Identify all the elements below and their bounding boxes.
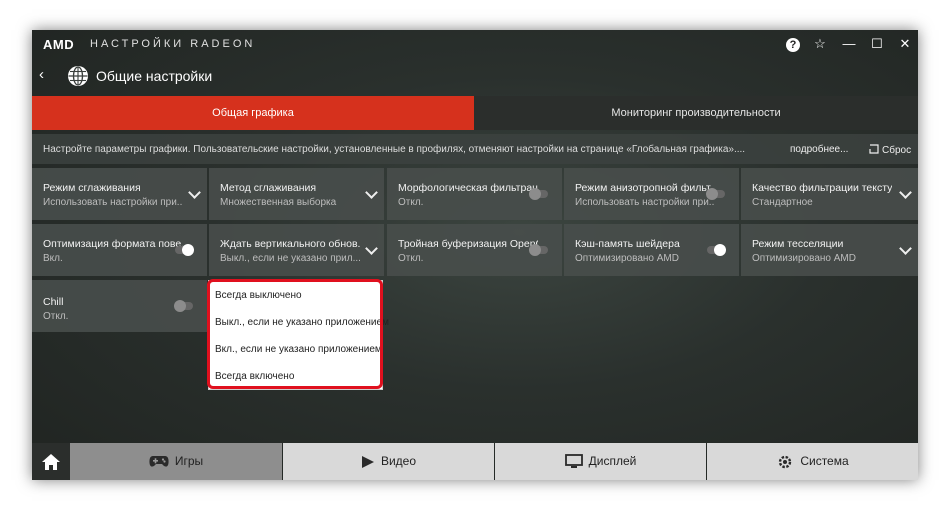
chevron-down-icon[interactable]	[365, 186, 378, 199]
chevron-down-icon[interactable]	[365, 242, 378, 255]
more-link[interactable]: подробнее...	[790, 144, 848, 155]
tab-video[interactable]: Видео	[283, 443, 494, 480]
dropdown-option-always-on[interactable]: Всегда включено	[215, 371, 294, 382]
home-icon	[42, 454, 60, 470]
setting-surface-format-optimization[interactable]: Оптимизация формата пове... Вкл.	[32, 224, 207, 276]
vsync-dropdown-menu: Всегда выключено Выкл., если не указано …	[208, 280, 389, 390]
amd-logo: AMD	[43, 37, 75, 52]
setting-antialiasing-mode[interactable]: Режим сглаживания Использовать настройки…	[32, 168, 207, 220]
setting-tessellation-mode[interactable]: Режим тесселяции Оптимизировано AMD	[741, 224, 918, 276]
maximize-button[interactable]: ☐	[868, 35, 886, 53]
toggle-switch[interactable]	[707, 244, 726, 256]
minimize-button[interactable]: —	[840, 35, 858, 53]
back-icon[interactable]: ‹	[39, 66, 44, 83]
setting-texture-filtering-quality[interactable]: Качество фильтрации текстур Стандартное	[741, 168, 918, 220]
bottom-navigation: Игры Видео Дисплей Система	[32, 443, 918, 480]
setting-chill[interactable]: Chill Откл.	[32, 280, 207, 332]
info-bar: Настройте параметры графики. Пользовател…	[32, 134, 918, 164]
monitor-icon	[564, 454, 583, 469]
setting-anisotropic-filtering[interactable]: Режим анизотропной фильт... Использовать…	[564, 168, 739, 220]
gamepad-icon	[149, 456, 169, 467]
app-title: НАСТРОЙКИ RADEON	[90, 38, 256, 50]
radeon-settings-window: AMD НАСТРОЙКИ RADEON ? ☆ — ☐ ✕ ‹ Общие н…	[32, 30, 918, 480]
tab-system[interactable]: Система	[707, 443, 918, 480]
help-icon[interactable]: ?	[784, 35, 802, 53]
title-bar: AMD НАСТРОЙКИ RADEON ? ☆ — ☐ ✕	[32, 30, 918, 58]
toggle-switch[interactable]	[706, 188, 725, 200]
setting-wait-for-vsync[interactable]: Ждать вертикального обнов... Выкл., если…	[209, 224, 384, 276]
toggle-switch[interactable]	[175, 244, 194, 256]
chevron-down-icon[interactable]	[899, 186, 912, 199]
page-title: Общие настройки	[96, 68, 213, 84]
tab-performance-monitoring[interactable]: Мониторинг производительности	[474, 96, 918, 130]
reset-button[interactable]: Сброс	[869, 144, 911, 156]
chevron-down-icon[interactable]	[899, 242, 912, 255]
home-button[interactable]	[32, 443, 70, 480]
favorite-star-icon[interactable]: ☆	[811, 35, 829, 53]
dropdown-option-on-unless-app[interactable]: Вкл., если не указано приложением	[215, 344, 382, 355]
close-button[interactable]: ✕	[896, 35, 914, 53]
setting-antialiasing-method[interactable]: Метод сглаживания Множественная выборка	[209, 168, 384, 220]
system-gear-icon	[779, 455, 792, 469]
tab-display[interactable]: Дисплей	[495, 443, 706, 480]
dropdown-option-off-unless-app[interactable]: Выкл., если не указано приложением	[215, 317, 389, 328]
setting-morphological-filtering[interactable]: Морфологическая фильтрация Откл.	[387, 168, 562, 220]
reset-icon	[869, 144, 879, 154]
play-icon	[361, 455, 374, 468]
tab-games[interactable]: Игры	[70, 443, 282, 480]
toggle-switch[interactable]	[529, 244, 548, 256]
breadcrumb: ‹ Общие настройки	[32, 60, 918, 92]
globe-icon	[67, 65, 89, 92]
setting-shader-cache[interactable]: Кэш-память шейдера Оптимизировано AMD	[564, 224, 739, 276]
chevron-down-icon[interactable]	[188, 186, 201, 199]
info-description: Настройте параметры графики. Пользовател…	[43, 144, 746, 155]
toggle-switch[interactable]	[529, 188, 548, 200]
tab-global-graphics[interactable]: Общая графика	[32, 96, 474, 130]
dropdown-option-always-off[interactable]: Всегда выключено	[215, 290, 302, 301]
toggle-switch[interactable]	[174, 300, 193, 312]
setting-opengl-triple-buffering[interactable]: Тройная буферизация OpenGL Откл.	[387, 224, 562, 276]
